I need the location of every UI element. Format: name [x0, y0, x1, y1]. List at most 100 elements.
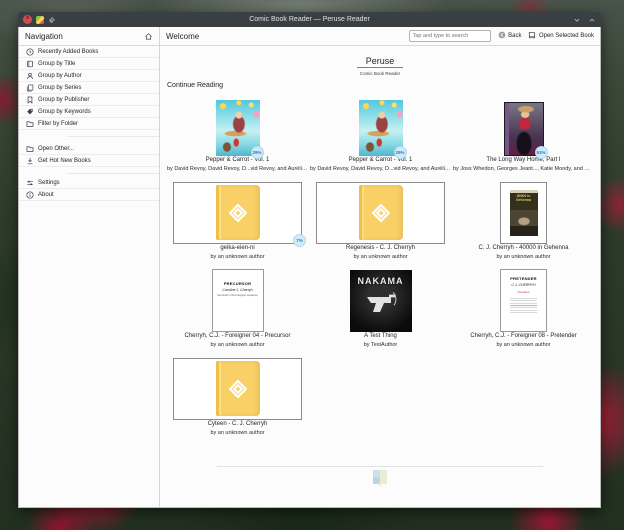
sidebar-footer-list: Settings About [19, 177, 159, 201]
cover-box: 7% [166, 181, 309, 247]
cover-wrap [173, 357, 302, 420]
sidebar-item-open-other[interactable]: Open Other... [19, 143, 159, 155]
sidebar-item-label: Group by Title [38, 60, 76, 67]
sidebar-item-label: Get Hot New Books [38, 157, 91, 164]
close-icon[interactable] [23, 14, 32, 24]
open-book-icon [528, 31, 536, 41]
sidebar-item-group-by-keywords[interactable]: Group by Keywords [19, 106, 159, 118]
gun-icon [366, 291, 396, 312]
cover-wrap: 29% [358, 99, 407, 159]
back-button[interactable]: Back [498, 31, 521, 41]
book-author: by an unknown author [210, 253, 265, 260]
sidebar-item-group-by-author[interactable]: Group by Author [19, 70, 159, 82]
titlebar[interactable]: Comic Book Reader — Peruse Reader [18, 12, 601, 27]
cover-box: NAKAMA [309, 269, 452, 332]
tag-icon [25, 108, 34, 116]
book-tile[interactable]: PRETENDER C.J. CHERRYH Contents Cherryh, C.… [452, 268, 595, 357]
cover-box [309, 181, 452, 244]
book-cover-precursor: PRECURSOR Caroline J. Cherryh the fourth i… [211, 268, 264, 332]
cover-wrap [316, 181, 445, 244]
sidebar-item-label: Settings [38, 179, 60, 186]
open-selected-book-button[interactable]: Open Selected Book [528, 31, 594, 41]
book-title: geika-eien-ni [220, 244, 255, 251]
peruse-ghost-icon [373, 469, 387, 487]
maximize-icon[interactable] [588, 16, 596, 24]
cover-box: 40000 in Gehenna [452, 181, 595, 244]
cover-box: 51% [452, 93, 595, 159]
window-title: Comic Book Reader — Peruse Reader [249, 16, 370, 23]
book-tile[interactable]: 40000 in Gehenna C. J. Cherryh - 40000 in… [452, 181, 595, 269]
book-grid: 29% Pepper & Carrot - Vol. 1 by David Revo… [166, 93, 594, 445]
sidebar-gap [19, 130, 159, 143]
peruse-logo-icon [371, 203, 390, 222]
sidebar-item-settings[interactable]: Settings [19, 177, 159, 189]
book-tile[interactable]: 7% geika-eien-ni by an unknown author [166, 181, 309, 269]
cover-line: the fourth in the Foreigner sequence [217, 293, 258, 297]
hero-app-subtitle: Comic Book Reader [359, 70, 401, 76]
search-input[interactable] [408, 30, 491, 42]
page-title: Welcome [166, 31, 200, 41]
sidebar-item-label: Group by Keywords [38, 108, 91, 115]
book-author: by an unknown author [496, 253, 551, 260]
cover-box: PRETENDER C.J. CHERRYH Contents [452, 268, 595, 332]
sidebar-secondary-list: Open Other... Get Hot New Books [19, 143, 159, 167]
sidebar-item-group-by-title[interactable]: Group by Title [19, 58, 159, 70]
peruse-logo-icon [228, 203, 247, 222]
sidebar-item-recently-added-books[interactable]: Recently Added Books [19, 46, 159, 58]
hero-app-name: Peruse [356, 56, 404, 68]
book-title: Regenesis - C. J. Cherryh [345, 244, 416, 251]
book-tile[interactable]: 51% The Long Way Home, Part I by Joss Whed… [452, 93, 595, 181]
section-title: Continue Reading [167, 81, 224, 89]
cover-line: C.J. CHERRYH [511, 282, 536, 287]
sidebar-item-label: Group by Publisher [38, 96, 90, 103]
folder-icon [25, 120, 34, 128]
home-icon[interactable] [144, 32, 153, 41]
book-tile[interactable]: PRECURSOR Caroline J. Cherryh the fourth i… [166, 268, 309, 357]
book-author: by David Revoy, David Revoy, D...vid Rev… [167, 165, 308, 172]
progress-badge: 51% [534, 145, 548, 159]
sidebar-item-about[interactable]: About [19, 189, 159, 201]
book-tile[interactable]: Regenesis - C. J. Cherryh by an unknown a… [309, 181, 452, 269]
book-title: Cyteen - C. J. Cherryh [207, 420, 268, 427]
book-tile[interactable]: 29% Pepper & Carrot - Vol. 1 by David Revo… [166, 93, 309, 181]
cover-wrap: NAKAMA [349, 269, 412, 332]
sidebar-item-label: Filter by Folder [38, 120, 79, 127]
book-cover-placeholder [173, 357, 302, 420]
app-hero: Peruse Comic Book Reader [166, 51, 594, 76]
sidebar-item-label: Open Other... [38, 145, 75, 152]
navigation-sidebar: Navigation Recently Added Books Group by … [19, 27, 160, 507]
book-title: A Test Thing [364, 332, 397, 339]
person-icon [25, 72, 34, 80]
cover-box: PRECURSOR Caroline J. Cherryh the fourth i… [166, 268, 309, 332]
pennant-icon [25, 96, 34, 104]
placeholder-book [358, 185, 403, 240]
book-title: C. J. Cherryh - 40000 in Gehenna [478, 244, 569, 251]
cover-line: Caroline J. Cherryh [222, 287, 253, 292]
cover-box [166, 357, 309, 420]
progress-badge: 29% [250, 145, 264, 159]
placeholder-book [215, 361, 260, 416]
book-author: by an unknown author [353, 253, 408, 260]
book-author: by Joss Whedon, Georges Jeant..., Katie … [453, 165, 594, 172]
sidebar-item-filter-by-folder[interactable]: Filter by Folder [19, 118, 159, 130]
book-tile[interactable]: Cyteen - C. J. Cherryh by an unknown auth… [166, 357, 309, 445]
app-window: Comic Book Reader — Peruse Reader Naviga… [18, 12, 601, 508]
back-icon [498, 31, 506, 41]
book-author: by David Revoy, David Revoy, D...vid Rev… [310, 165, 451, 172]
progress-badge: 7% [293, 233, 306, 247]
footer-area [166, 465, 594, 487]
minimize-icon[interactable] [573, 16, 581, 24]
sidebar-item-label: About [38, 191, 54, 198]
book-cover-pretender: PRETENDER C.J. CHERRYH Contents [500, 268, 547, 332]
book-tile[interactable]: 29% Pepper & Carrot - Vol. 1 by David Revo… [309, 93, 452, 181]
book-author: by an unknown author [210, 341, 265, 348]
book-icon [25, 60, 34, 68]
sidebar-item-group-by-publisher[interactable]: Group by Publisher [19, 94, 159, 106]
desktop: { "window": { "title": "Comic Book Reade… [0, 0, 624, 530]
book-author: by an unknown author [210, 429, 265, 436]
pin-icon[interactable] [48, 16, 56, 24]
sidebar-item-group-by-series[interactable]: Group by Series [19, 82, 159, 94]
book-tile[interactable]: NAKAMA A Test Thing by TestAuthor [309, 269, 452, 357]
sidebar-gap [19, 167, 159, 177]
sidebar-item-get-hot-new-books[interactable]: Get Hot New Books [19, 155, 159, 167]
